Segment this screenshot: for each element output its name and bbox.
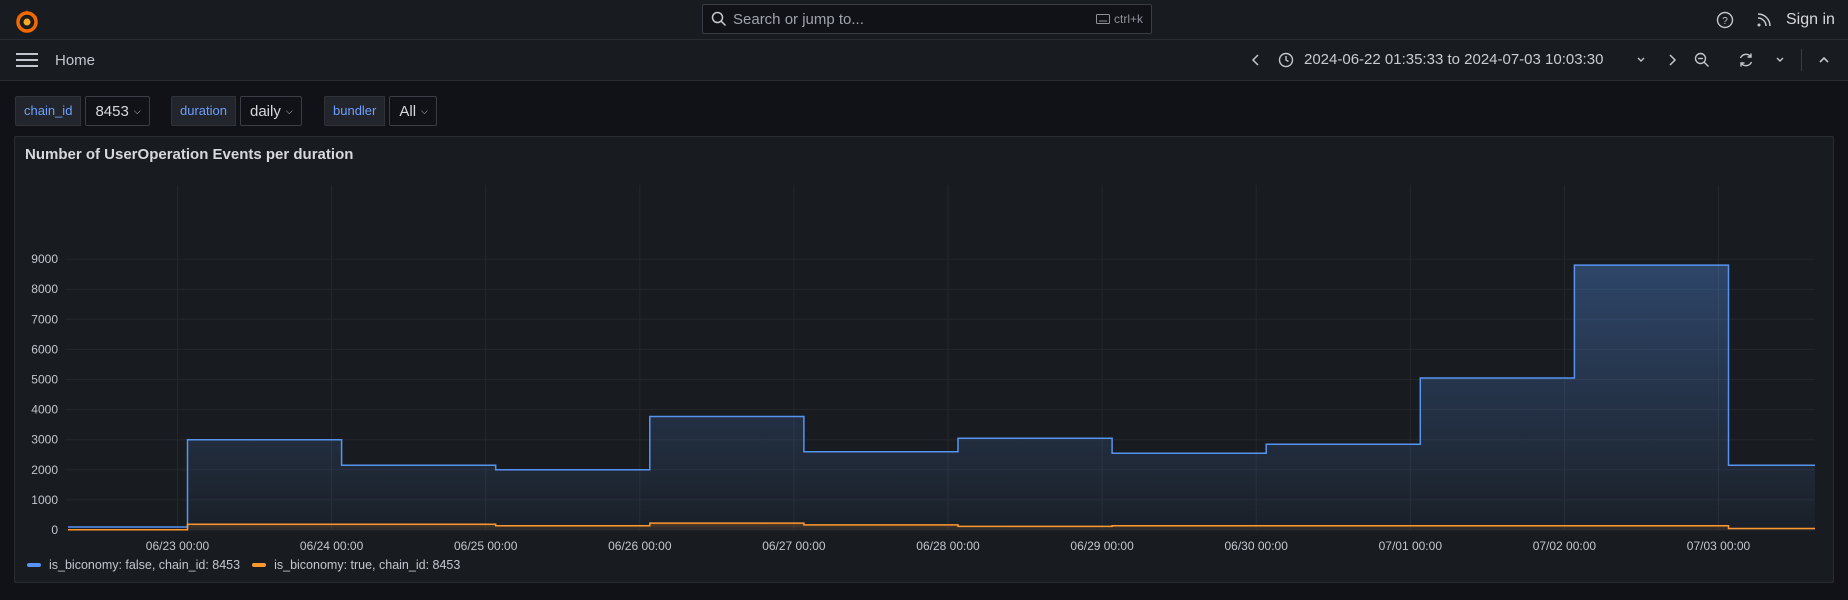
- y-tick-label: 8000: [31, 282, 58, 296]
- x-tick-label: 06/26 00:00: [608, 539, 672, 553]
- variable-value: All: [399, 103, 417, 120]
- keyboard-icon: [1095, 14, 1110, 24]
- time-range-picker[interactable]: 2024-06-22 01:35:33 to 2024-07-03 10:03:…: [1304, 51, 1603, 68]
- top-bar: Search or jump to... ctrl+k ? Sign in: [0, 0, 1848, 40]
- y-tick-label: 5000: [31, 373, 58, 387]
- nav-bar: Home 2024-06-22 01:35:33 to 2024-07-03 1…: [0, 40, 1848, 81]
- legend-label: is_biconomy: true, chain_id: 8453: [274, 558, 461, 572]
- x-tick-label: 06/27 00:00: [762, 539, 826, 553]
- x-tick-label: 06/25 00:00: [454, 539, 518, 553]
- series-area: [68, 265, 1815, 530]
- search-placeholder: Search or jump to...: [733, 10, 864, 28]
- time-range-chevron-down-icon[interactable]: [1636, 55, 1646, 65]
- chart: 0 1000 2000 3000 4000 5000 6000 7000 8000 9000 06/…: [31, 185, 1815, 553]
- y-tick-label: 7000: [31, 312, 58, 326]
- zoom-out-icon[interactable]: [1694, 52, 1710, 68]
- x-tick-label: 06/28 00:00: [916, 539, 980, 553]
- collapse-chevron-up-icon[interactable]: [1818, 54, 1830, 66]
- svg-text:?: ?: [1722, 16, 1728, 27]
- rss-icon[interactable]: [1756, 12, 1772, 28]
- y-tick-label: 0: [51, 523, 58, 537]
- legend-item[interactable]: is_biconomy: true, chain_id: 8453: [252, 558, 460, 572]
- time-back-icon[interactable]: [1250, 53, 1262, 67]
- x-tick-label: 07/03 00:00: [1687, 539, 1751, 553]
- y-tick-label: 4000: [31, 403, 58, 417]
- variable-label: duration: [171, 96, 236, 126]
- sign-in-link[interactable]: Sign in: [1786, 11, 1835, 29]
- nav-divider: [1801, 49, 1802, 71]
- breadcrumb-home[interactable]: Home: [55, 52, 95, 69]
- legend-item[interactable]: is_biconomy: false, chain_id: 8453: [27, 558, 240, 572]
- grafana-logo-icon[interactable]: [14, 8, 40, 34]
- chart-legend: is_biconomy: false, chain_id: 8453 is_bic…: [27, 558, 460, 572]
- variable-value: daily: [249, 103, 281, 120]
- variable-select[interactable]: All ⌵: [389, 96, 437, 126]
- timeseries-panel[interactable]: Number of UserOperation Events per durat…: [14, 136, 1834, 583]
- chevron-down-icon: ⌵: [133, 106, 141, 116]
- y-tick-label: 3000: [31, 433, 58, 447]
- variable-label: chain_id: [15, 96, 82, 126]
- time-forward-icon[interactable]: [1666, 53, 1678, 67]
- menu-icon[interactable]: [16, 52, 38, 68]
- y-tick-label: 9000: [31, 252, 58, 266]
- y-tick-label: 6000: [31, 342, 58, 356]
- legend-label: is_biconomy: false, chain_id: 8453: [49, 558, 241, 572]
- chevron-down-icon: ⌵: [421, 106, 428, 116]
- refresh-interval-chevron-down-icon[interactable]: [1775, 55, 1785, 65]
- chevron-down-icon: ⌵: [285, 106, 293, 116]
- x-tick-label: 06/23 00:00: [146, 539, 210, 553]
- variable-label: bundler: [324, 96, 386, 126]
- variable-select[interactable]: 8453 ⌵: [85, 96, 150, 126]
- search-input[interactable]: Search or jump to... ctrl+k: [702, 4, 1152, 34]
- shortcut-text: ctrl+k: [1113, 12, 1143, 26]
- x-tick-label: 06/29 00:00: [1070, 539, 1134, 553]
- legend-swatch: [252, 563, 267, 567]
- variable-bundler: bundler All ⌵: [324, 96, 437, 126]
- x-tick-label: 06/24 00:00: [300, 539, 364, 553]
- search-icon: [711, 11, 727, 27]
- x-tick-label: 07/02 00:00: [1533, 539, 1597, 553]
- clock-icon: [1278, 52, 1294, 68]
- y-tick-label: 1000: [31, 493, 58, 507]
- legend-swatch: [27, 563, 41, 567]
- variable-duration: duration daily ⌵: [171, 96, 302, 126]
- y-tick-label: 2000: [31, 463, 58, 477]
- variable-chain-id: chain_id 8453 ⌵: [15, 96, 150, 126]
- help-icon[interactable]: ?: [1716, 11, 1734, 29]
- shortcut-hint: ctrl+k: [1095, 12, 1143, 26]
- refresh-icon[interactable]: [1738, 52, 1754, 68]
- variable-select[interactable]: daily ⌵: [239, 96, 302, 126]
- x-tick-label: 06/30 00:00: [1224, 539, 1288, 553]
- x-tick-label: 07/01 00:00: [1379, 539, 1443, 553]
- variable-value: 8453: [95, 103, 129, 120]
